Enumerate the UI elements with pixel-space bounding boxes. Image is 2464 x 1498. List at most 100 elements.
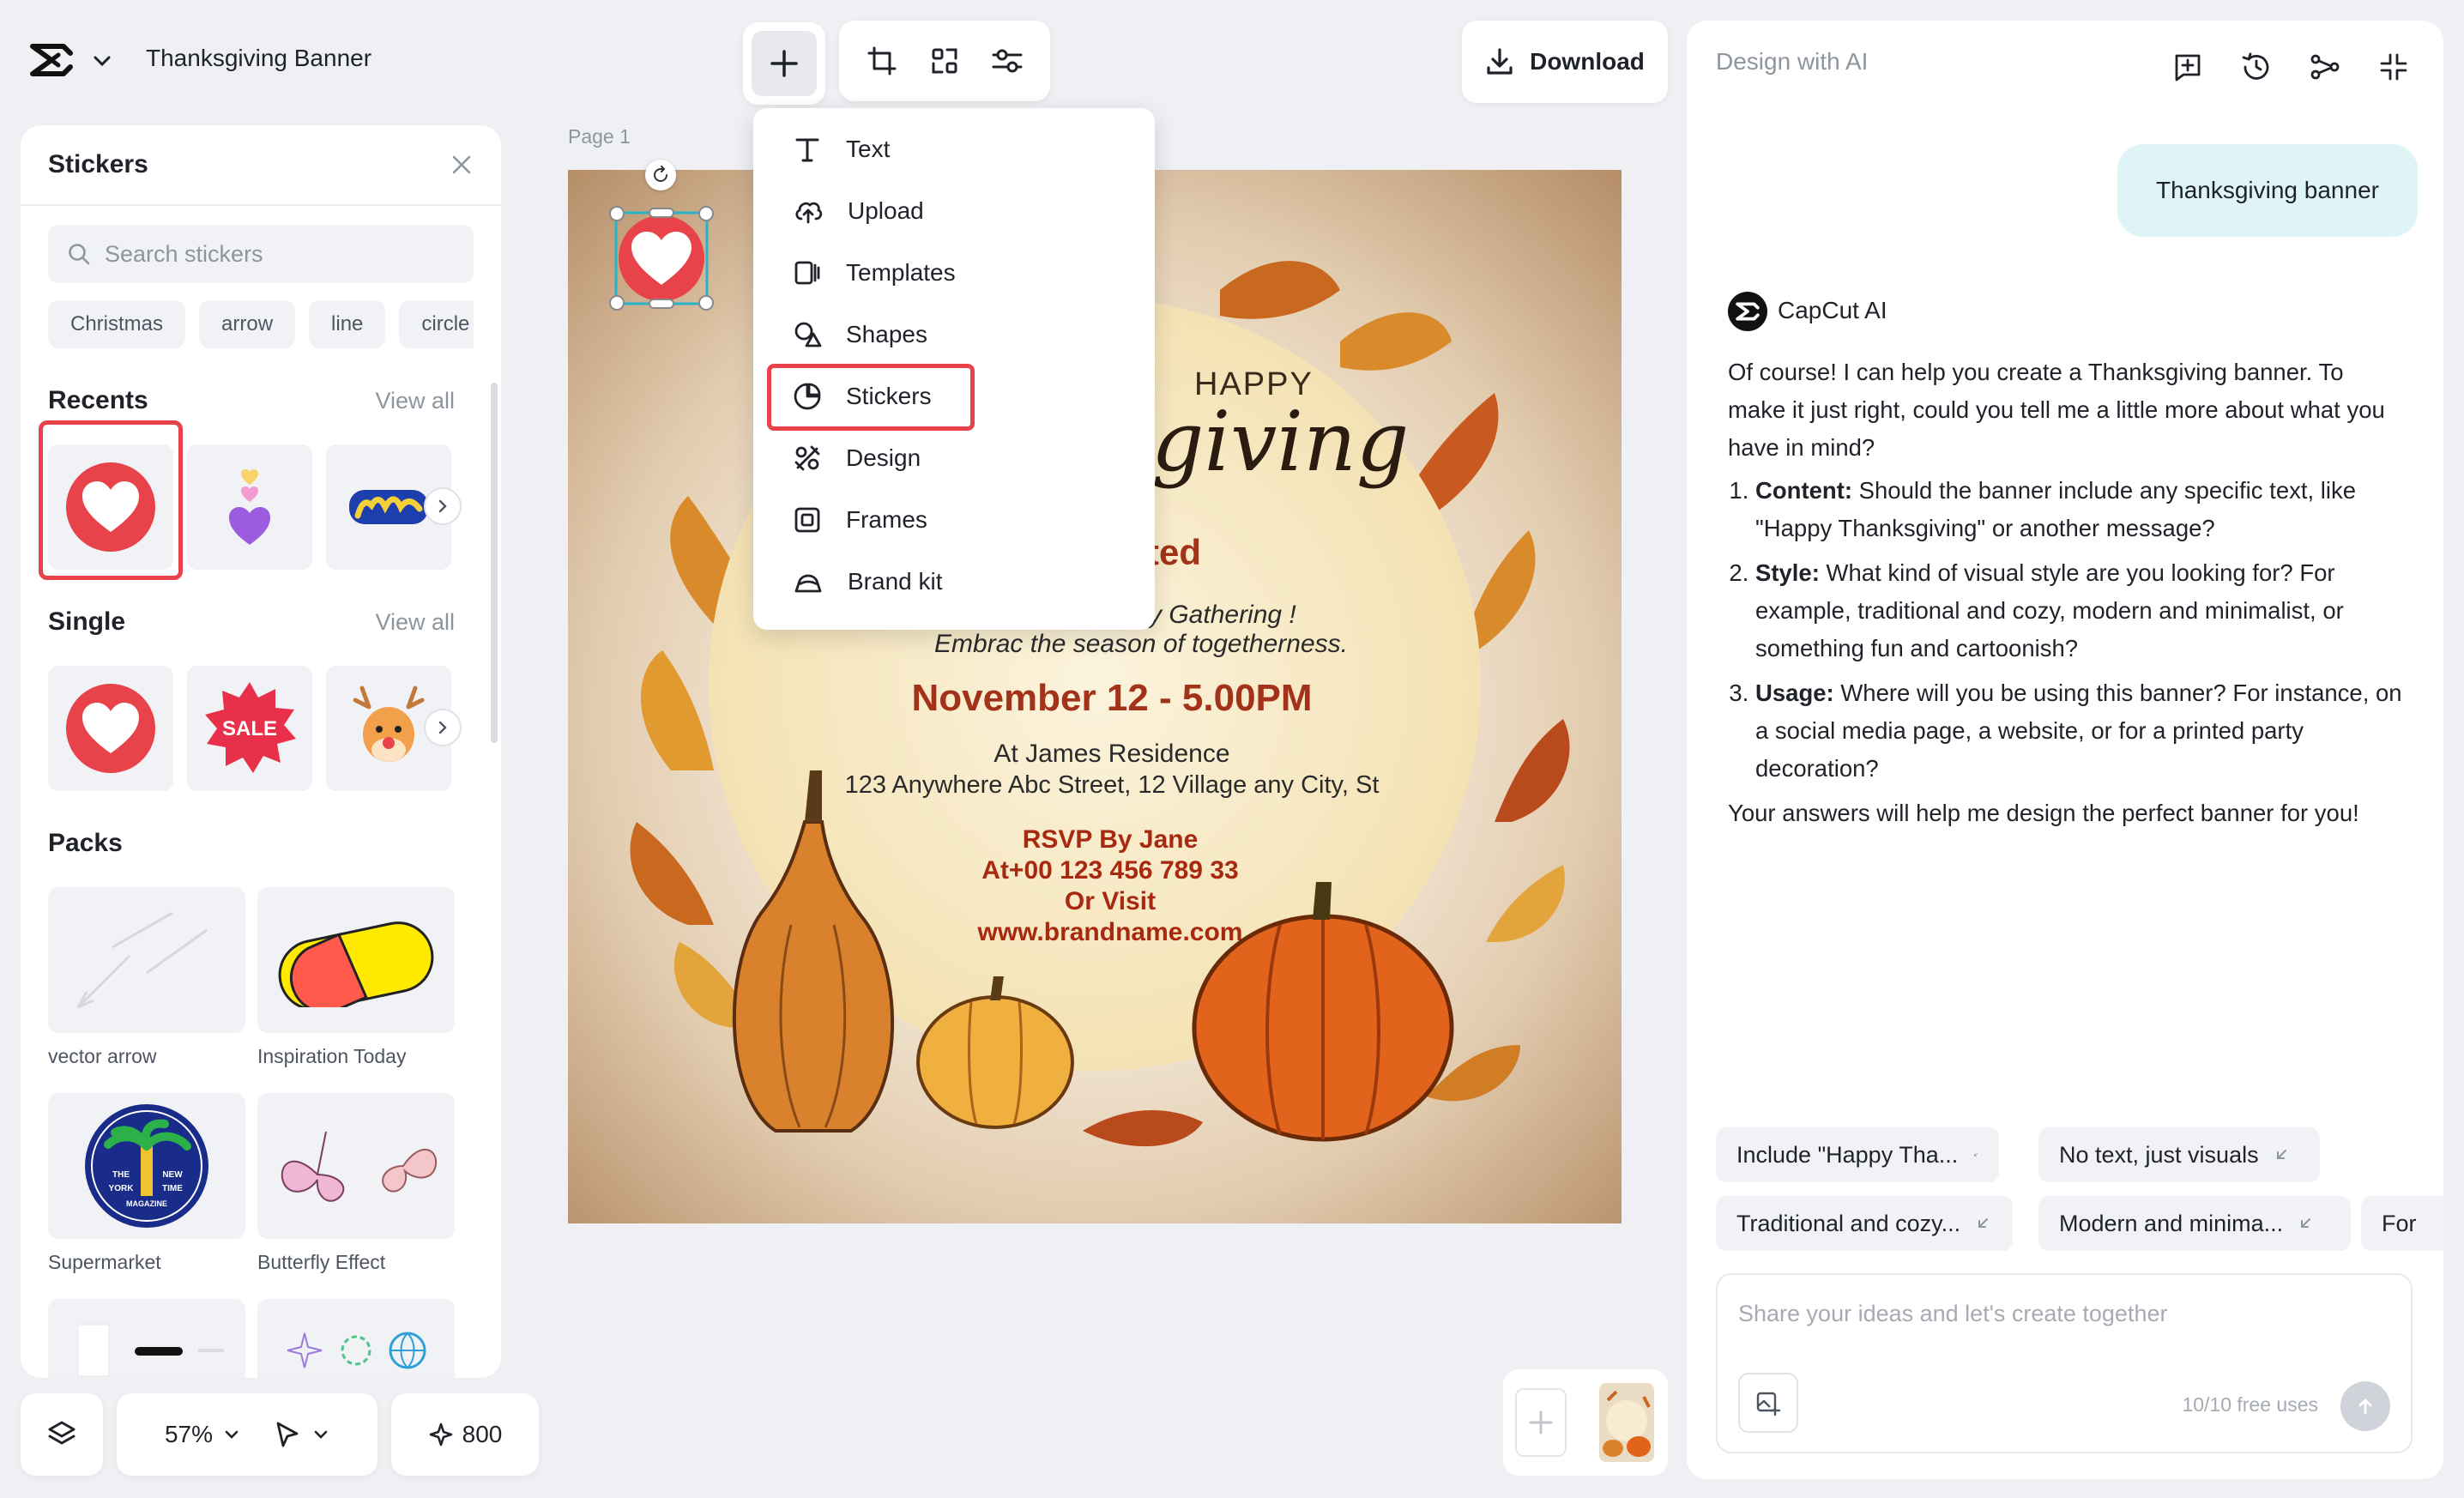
pack-inspiration-today[interactable]: [257, 887, 455, 1033]
resize-handle-top-right[interactable]: [698, 206, 714, 221]
ai-prompt-input[interactable]: [1738, 1301, 2390, 1352]
pack-lines[interactable]: [48, 1299, 245, 1378]
send-button[interactable]: [2340, 1381, 2390, 1431]
selected-heart-sticker[interactable]: [606, 202, 717, 314]
chip-christmas[interactable]: Christmas: [48, 300, 186, 348]
pack-outline-icons[interactable]: [257, 1299, 455, 1378]
arrow-up-icon: [2358, 1398, 2372, 1415]
zoom-select[interactable]: 57%: [165, 1421, 240, 1448]
magazine-word-the: THE: [112, 1170, 130, 1180]
resize-handle-bottom[interactable]: [649, 299, 674, 309]
sticker-search-input[interactable]: [105, 240, 448, 268]
juicy-text-sticker-icon: [349, 490, 428, 524]
capcut-logo-icon: [1736, 302, 1760, 321]
suggestion-chip[interactable]: No text, just visuals: [2038, 1127, 2320, 1182]
suggestion-chip[interactable]: Include "Happy Tha...: [1716, 1127, 1999, 1182]
share-flow-button[interactable]: [2301, 43, 2349, 91]
ai-name: CapCut AI: [1778, 297, 1887, 323]
sparkle-globe-icon: [287, 1332, 426, 1369]
sticker-category-chips: Christmas arrow line circle: [48, 300, 474, 348]
chevron-down-icon[interactable]: [91, 50, 113, 72]
resize-handle-top-left[interactable]: [609, 206, 625, 221]
single-heart-sticker[interactable]: [48, 666, 173, 791]
menu-item-templates[interactable]: Templates: [767, 245, 1141, 300]
suggestion-chip[interactable]: Modern and minima...: [2038, 1196, 2351, 1251]
chip-line[interactable]: line: [309, 300, 386, 348]
pack-vector-arrow[interactable]: [48, 887, 245, 1033]
new-chat-icon: [2175, 54, 2201, 82]
menu-item-design[interactable]: Design: [767, 431, 1141, 486]
attach-image-button[interactable]: [1738, 1373, 1798, 1433]
download-button[interactable]: Download: [1462, 21, 1668, 103]
close-icon[interactable]: [450, 153, 474, 177]
suggestion-chip[interactable]: For: [2361, 1196, 2443, 1251]
ai-question: Content: Should the banner include any s…: [1755, 472, 2406, 547]
single-scroll-next[interactable]: [424, 709, 462, 746]
credits-value: 800: [462, 1421, 503, 1447]
menu-item-text[interactable]: Text: [767, 122, 1141, 177]
chip-circle[interactable]: circle: [399, 300, 474, 348]
pointer-tool-select[interactable]: [275, 1421, 329, 1448]
upload-cloud-icon: [795, 202, 823, 224]
smart-tool-button[interactable]: [922, 39, 967, 83]
chevron-right-icon: [438, 499, 447, 513]
page-label: Page 1: [568, 125, 631, 148]
menu-item-shapes[interactable]: Shapes: [767, 307, 1141, 362]
magazine-word-york: YORK: [109, 1184, 135, 1193]
flow-icon: [2310, 54, 2340, 80]
resize-handle-bottom-left[interactable]: [609, 295, 625, 311]
pack-supermarket[interactable]: THE NEW YORK TIME MAGAZINE: [48, 1093, 245, 1239]
event-date-text: November 12 - 5.00PM: [911, 677, 1312, 719]
ai-question: Usage: Where will you be using this bann…: [1755, 674, 2406, 788]
single-view-all-link[interactable]: View all: [375, 609, 455, 636]
credits-button[interactable]: 800: [391, 1393, 539, 1476]
sliders-icon: [992, 49, 1023, 73]
ai-outro: Your answers will help me design the per…: [1728, 800, 2359, 826]
collapse-panel-button[interactable]: [2370, 43, 2418, 91]
ai-panel-title: Design with AI: [1716, 48, 1869, 75]
suggestion-chip[interactable]: Traditional and cozy...: [1716, 1196, 2013, 1251]
text-icon: [795, 138, 819, 162]
history-button[interactable]: [2232, 43, 2280, 91]
new-chat-button[interactable]: [2164, 43, 2212, 91]
pack-butterfly-effect[interactable]: [257, 1093, 455, 1239]
adjust-button[interactable]: [985, 39, 1030, 83]
rotate-handle[interactable]: [645, 160, 676, 190]
layers-button[interactable]: [21, 1393, 103, 1476]
sparkle-icon: [429, 1422, 452, 1447]
ai-question: Style: What kind of visual style are you…: [1755, 554, 2406, 667]
download-icon: [1487, 48, 1513, 75]
menu-item-brand-kit[interactable]: Brand kit: [767, 554, 1141, 609]
resize-handle-bottom-right[interactable]: [698, 295, 714, 311]
crop-button[interactable]: [860, 39, 904, 83]
add-page-button[interactable]: [1515, 1388, 1567, 1457]
single-title: Single: [48, 607, 126, 636]
design-icon: [794, 445, 820, 471]
ai-intro: Of course! I can help you create a Thank…: [1728, 359, 2385, 461]
magazine-word-new: NEW: [162, 1170, 183, 1180]
rotate-icon: [654, 166, 667, 182]
stickers-menu-highlight: [767, 364, 975, 431]
add-element-button[interactable]: [752, 31, 817, 96]
menu-item-upload[interactable]: Upload: [767, 184, 1141, 239]
recents-scroll-next[interactable]: [424, 487, 462, 525]
panel-scrollbar[interactable]: [491, 383, 498, 743]
suggestion-label: Include "Happy Tha...: [1736, 1141, 1959, 1168]
chip-arrow[interactable]: arrow: [199, 300, 296, 348]
recents-view-all-link[interactable]: View all: [375, 388, 455, 414]
website-text: www.brandname.com: [977, 918, 1243, 946]
menu-item-label: Brand kit: [848, 568, 943, 595]
single-sale-sticker[interactable]: SALE: [187, 666, 312, 791]
recent-purple-heart-sticker[interactable]: [187, 444, 312, 570]
capcut-logo[interactable]: [29, 41, 74, 79]
stickers-panel-header: Stickers: [21, 125, 501, 206]
suggestion-label: Modern and minima...: [2059, 1210, 2284, 1236]
menu-item-frames[interactable]: Frames: [767, 492, 1141, 547]
page-1-thumbnail[interactable]: [1599, 1383, 1654, 1462]
user-message-bubble: Thanksgiving banner: [2117, 144, 2418, 237]
document-title[interactable]: Thanksgiving Banner: [146, 45, 371, 72]
event-place-text: At James Residence: [993, 740, 1229, 768]
ai-response: Of course! I can help you create a Thank…: [1728, 353, 2406, 832]
sticker-search-box[interactable]: [48, 225, 474, 283]
resize-handle-top[interactable]: [649, 208, 674, 218]
